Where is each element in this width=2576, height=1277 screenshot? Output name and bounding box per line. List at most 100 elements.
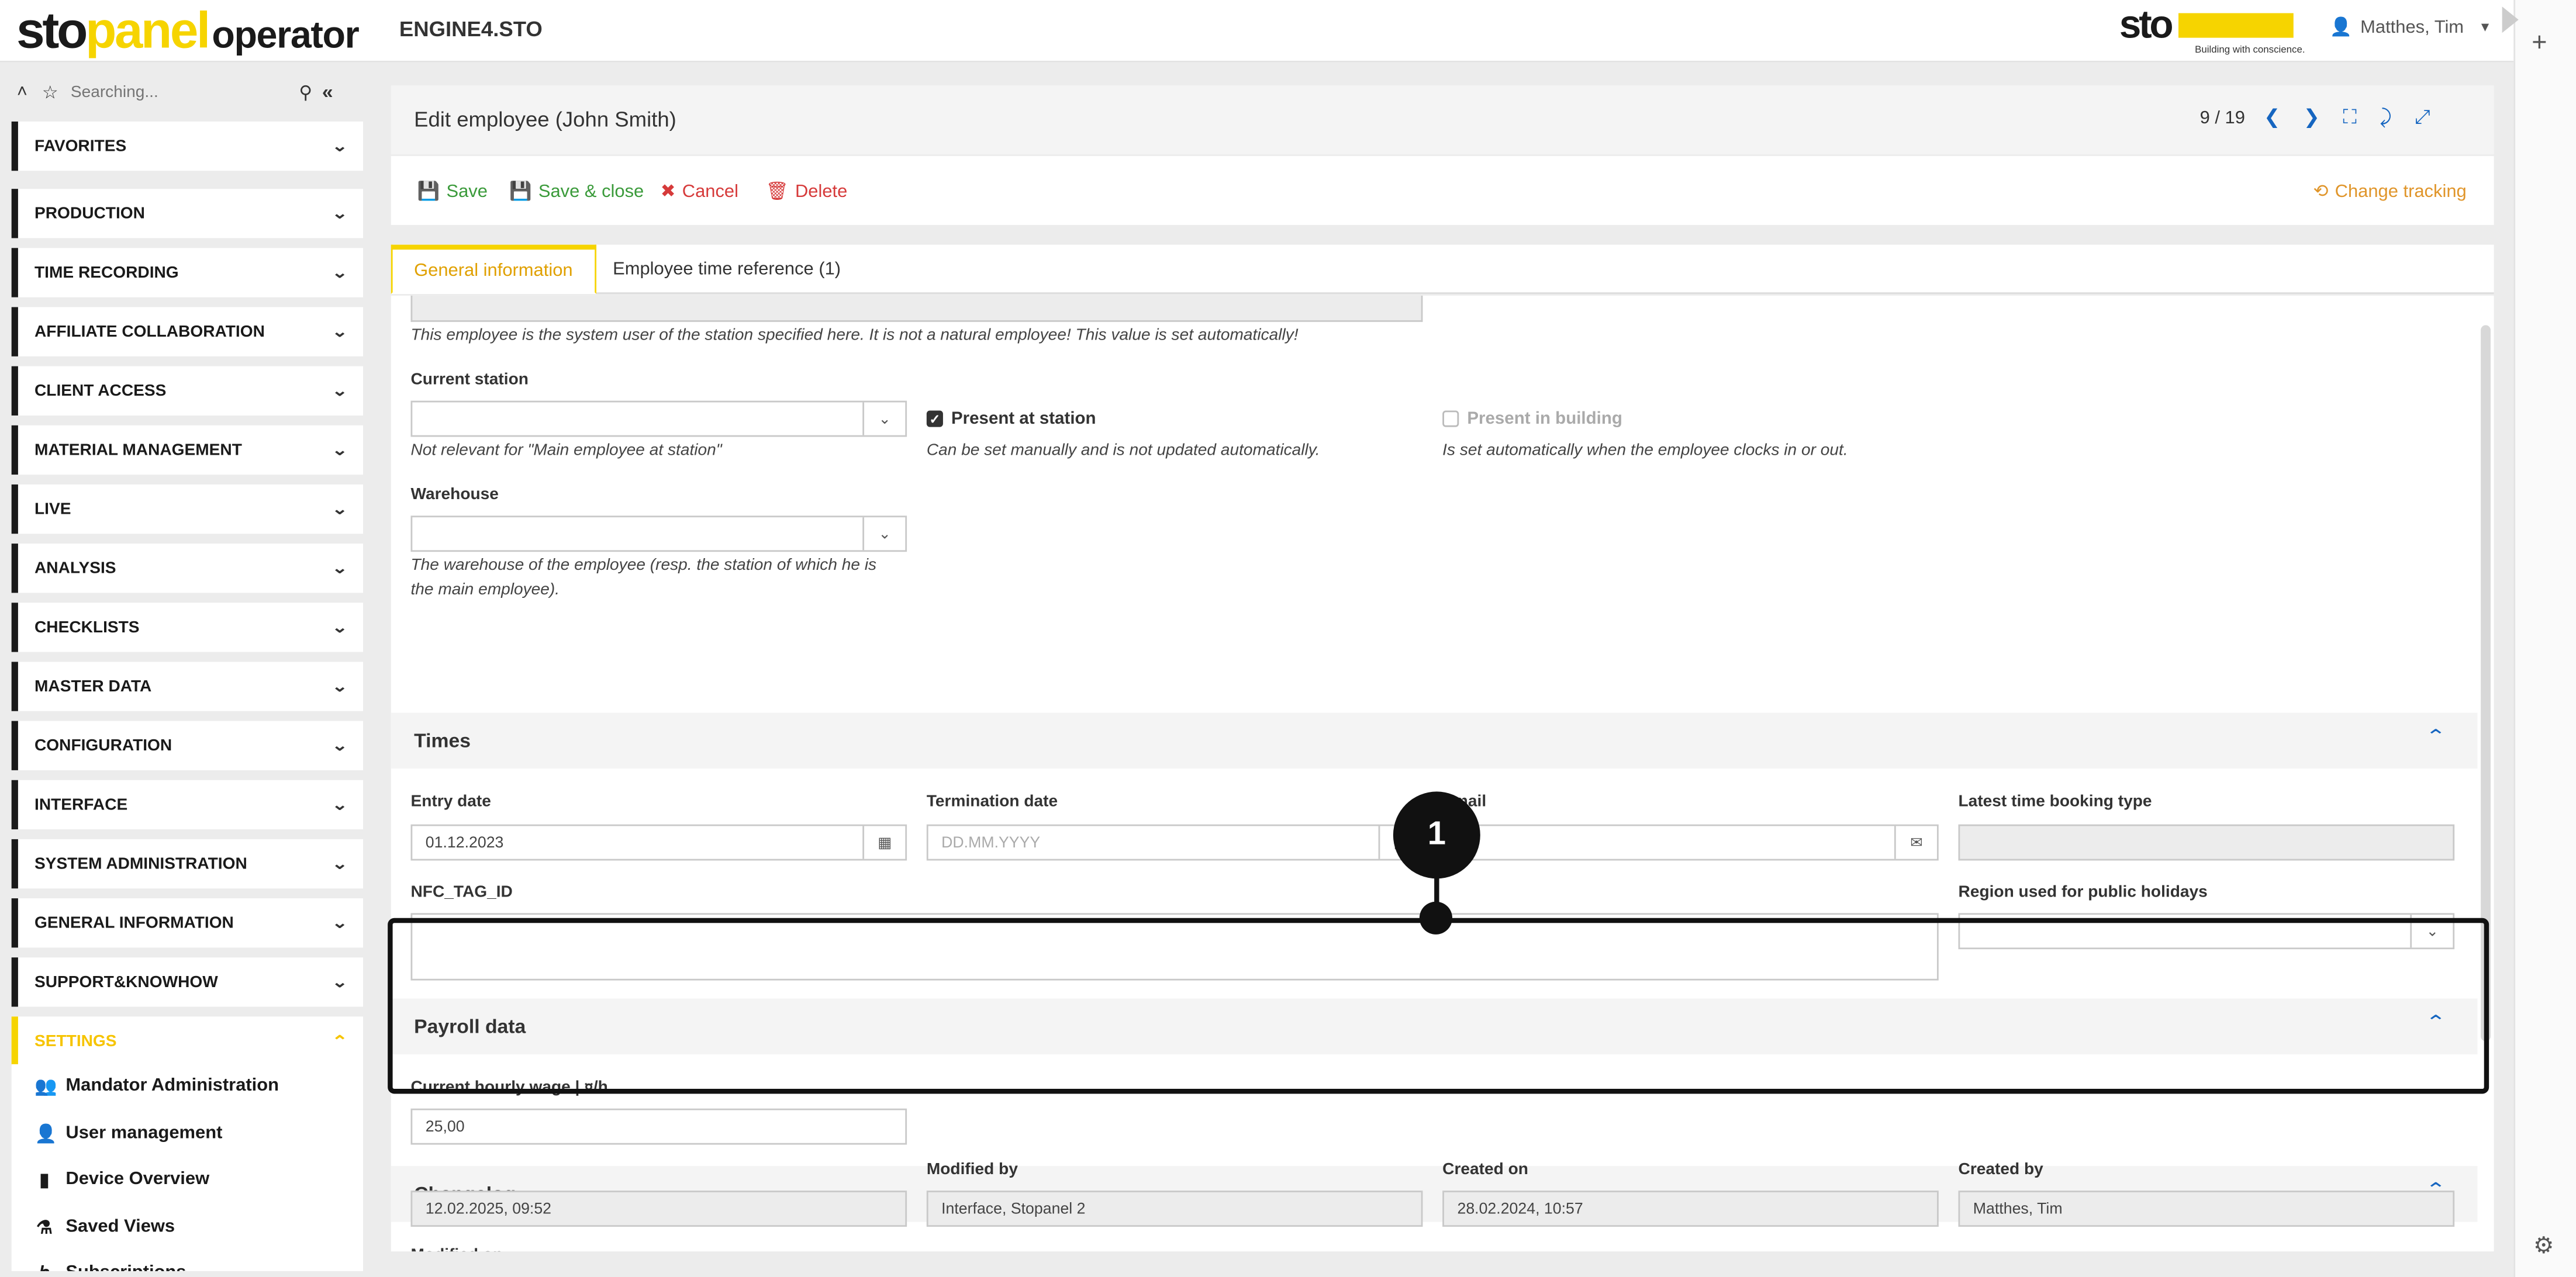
payroll-highlight-frame [388, 918, 2489, 1094]
chevron-down-icon: ⌄ [332, 441, 349, 458]
sidebar-search-input[interactable] [70, 82, 293, 101]
brand-sto: sto [2119, 3, 2174, 48]
submenu-item-subscriptions[interactable]: ℎ Subscriptions [34, 1253, 186, 1271]
save-close-label: Save & close [538, 181, 644, 202]
chevron-up-icon: ⌃ [2425, 727, 2447, 747]
sidebar-item-configuration[interactable]: CONFIGURATION ⌄ [11, 721, 364, 770]
sidebar-item-label: TIME RECORDING [34, 264, 179, 282]
logo-panel: panel [85, 1, 210, 60]
sidebar-item-live[interactable]: LIVE ⌄ [11, 484, 364, 534]
sidebar-item-interface[interactable]: INTERFACE ⌄ [11, 780, 364, 830]
sidebar-item-affiliate-collaboration[interactable]: AFFILIATE COLLABORATION ⌄ [11, 307, 364, 357]
sidebar-item-checklists[interactable]: CHECKLISTS ⌄ [11, 603, 364, 652]
callout-marker: 1 [1393, 791, 1480, 879]
saved-views-icon: ⚗ [36, 1217, 53, 1238]
present-at-station-checkbox[interactable]: ✓ Present at station [926, 409, 1096, 429]
chevron-down-icon: ⌄ [332, 137, 349, 154]
tab-employee-time-reference[interactable]: Employee time reference (1) [592, 245, 862, 294]
current-station-select[interactable]: ⌄ [410, 400, 907, 437]
submenu-item-saved-views[interactable]: ⚗ Saved Views [34, 1207, 175, 1246]
page-title: Edit employee (John Smith) [414, 106, 676, 131]
delete-button[interactable]: 🗑 Delete [765, 181, 847, 202]
entry-date-field[interactable]: 01.12.2023 ▦ [410, 824, 907, 861]
sidebar-item-master-data[interactable]: MASTER DATA ⌄ [11, 662, 364, 711]
created-on-value: 28.02.2024, 10:57 [1457, 1199, 1583, 1218]
add-icon[interactable]: + [2532, 30, 2547, 60]
submenu-item-user-management[interactable]: 👤 User management [34, 1113, 222, 1153]
hourly-wage-field[interactable]: 25,00 [410, 1108, 907, 1145]
sidebar-item-label: ANALYSIS [34, 559, 116, 577]
sidebar-item-analysis[interactable]: ANALYSIS ⌄ [11, 544, 364, 593]
save-close-button[interactable]: 💾 Save & close [509, 181, 644, 202]
search-icon[interactable]: ⚲ [299, 81, 312, 103]
brand-logo: sto Building with conscience. [2119, 3, 2305, 56]
caret-down-icon: ▼ [2478, 19, 2492, 35]
sidebar-item-settings[interactable]: SETTINGS ⌃ [11, 1016, 364, 1066]
fullscreen-icon[interactable]: ⛶ [2343, 105, 2357, 130]
termination-date-placeholder: DD.MM.YYYY [941, 833, 1041, 852]
chevron-down-icon: ⌄ [332, 795, 349, 812]
modified-by-field: Interface, Stopanel 2 [926, 1191, 1423, 1227]
sidebar-item-favorites[interactable]: FAVORITES ⌄ [11, 121, 364, 171]
previous-record-icon[interactable]: ❮ [2264, 105, 2280, 130]
sidebar-item-label: FAVORITES [34, 137, 127, 155]
expand-arrow-icon[interactable] [2502, 6, 2519, 33]
environment-name: ENGINE4.STO [399, 16, 543, 41]
save-button[interactable]: 💾 Save [417, 181, 488, 202]
change-tracking-button[interactable]: ⟲ Change tracking [2313, 181, 2466, 202]
calendar-icon[interactable]: ▦ [862, 826, 905, 859]
sidebar-item-time-recording[interactable]: TIME RECORDING ⌄ [11, 248, 364, 297]
app-root: sto panel operator ENGINE4.STO sto Build… [0, 0, 2576, 1277]
sidebar-item-system-administration[interactable]: SYSTEM ADMINISTRATION ⌄ [11, 839, 364, 889]
submenu-item-label: Device Overview [65, 1169, 210, 1189]
created-by-label: Created by [1958, 1161, 2043, 1179]
termination-date-field[interactable]: DD.MM.YYYY▦ [926, 824, 1423, 861]
next-record-icon[interactable]: ❯ [2304, 105, 2320, 130]
panel-header: Edit employee (John Smith) 9 / 19 ❮ ❯ ⛶ … [391, 85, 2494, 155]
email-field[interactable]: ✉ [1442, 824, 1939, 861]
collapse-sidebar-icon[interactable]: « [322, 81, 333, 103]
sidebar: ˄ ☆ ⚲ « FAVORITES ⌄ PRODUCTION ⌄ TIME RECO… [8, 69, 367, 1271]
sidebar-item-client-access[interactable]: CLIENT ACCESS ⌄ [11, 366, 364, 416]
share-icon[interactable]: ⤸ [2380, 105, 2391, 130]
times-section-header[interactable]: Times ⌃ [391, 712, 2478, 769]
sidebar-item-production[interactable]: PRODUCTION ⌄ [11, 189, 364, 238]
logo-operator: operator [212, 13, 359, 56]
created-by-value: Matthes, Tim [1973, 1199, 2063, 1218]
tab-general-information[interactable]: General information [391, 244, 596, 294]
chevron-down-icon: ⌄ [862, 517, 905, 551]
floppy-disk-icon: 💾 [509, 182, 532, 202]
user-gear-icon: 👥 [34, 1076, 57, 1096]
sidebar-item-material-management[interactable]: MATERIAL MANAGEMENT ⌄ [11, 425, 364, 475]
subscription-icon: ℎ [34, 1262, 54, 1271]
cancel-button[interactable]: ✖ Cancel [661, 181, 738, 202]
logo-sto: sto [16, 1, 88, 60]
app-logo[interactable]: sto panel operator [16, 1, 360, 61]
device-icon: ▮ [39, 1170, 50, 1190]
save-label: Save [446, 181, 488, 202]
present-at-station-label: Present at station [951, 409, 1096, 429]
entry-date-value: 01.12.2023 [425, 833, 504, 852]
minimize-icon[interactable]: ⤢ [2415, 105, 2430, 130]
user-menu[interactable]: 👤 Matthes, Tim ▼ [2330, 16, 2492, 38]
submenu-item-mandator-administration[interactable]: 👥 Mandator Administration [34, 1066, 279, 1105]
sidebar-item-general-information[interactable]: GENERAL INFORMATION ⌄ [11, 898, 364, 948]
system-user-field[interactable] [410, 295, 1423, 322]
submenu-item-label: User management [65, 1123, 223, 1143]
user-icon: 👤 [2329, 18, 2353, 38]
submenu-item-device-overview[interactable]: ▮ Device Overview [34, 1160, 209, 1199]
gear-icon[interactable]: ⚙ [2533, 1232, 2554, 1260]
present-in-building-checkbox[interactable]: Present in building [1442, 409, 1622, 428]
collapse-all-icon[interactable]: ˄ [8, 82, 36, 102]
warehouse-select[interactable]: ⌄ [410, 515, 907, 552]
sidebar-item-label: MASTER DATA [34, 677, 152, 696]
warehouse-note: The warehouse of the employee (resp. the… [410, 556, 877, 600]
favorite-star-icon[interactable]: ☆ [36, 81, 64, 103]
floppy-disk-icon: 💾 [417, 182, 440, 202]
chevron-down-icon: ⌄ [332, 264, 349, 281]
sidebar-item-label: SUPPORT&KNOWHOW [34, 973, 218, 991]
chevron-down-icon: ⌄ [332, 854, 349, 871]
chevron-down-icon: ⌄ [332, 736, 349, 753]
trash-icon: 🗑 [765, 182, 789, 202]
sidebar-item-support-knowhow[interactable]: SUPPORT&KNOWHOW ⌄ [11, 957, 364, 1007]
